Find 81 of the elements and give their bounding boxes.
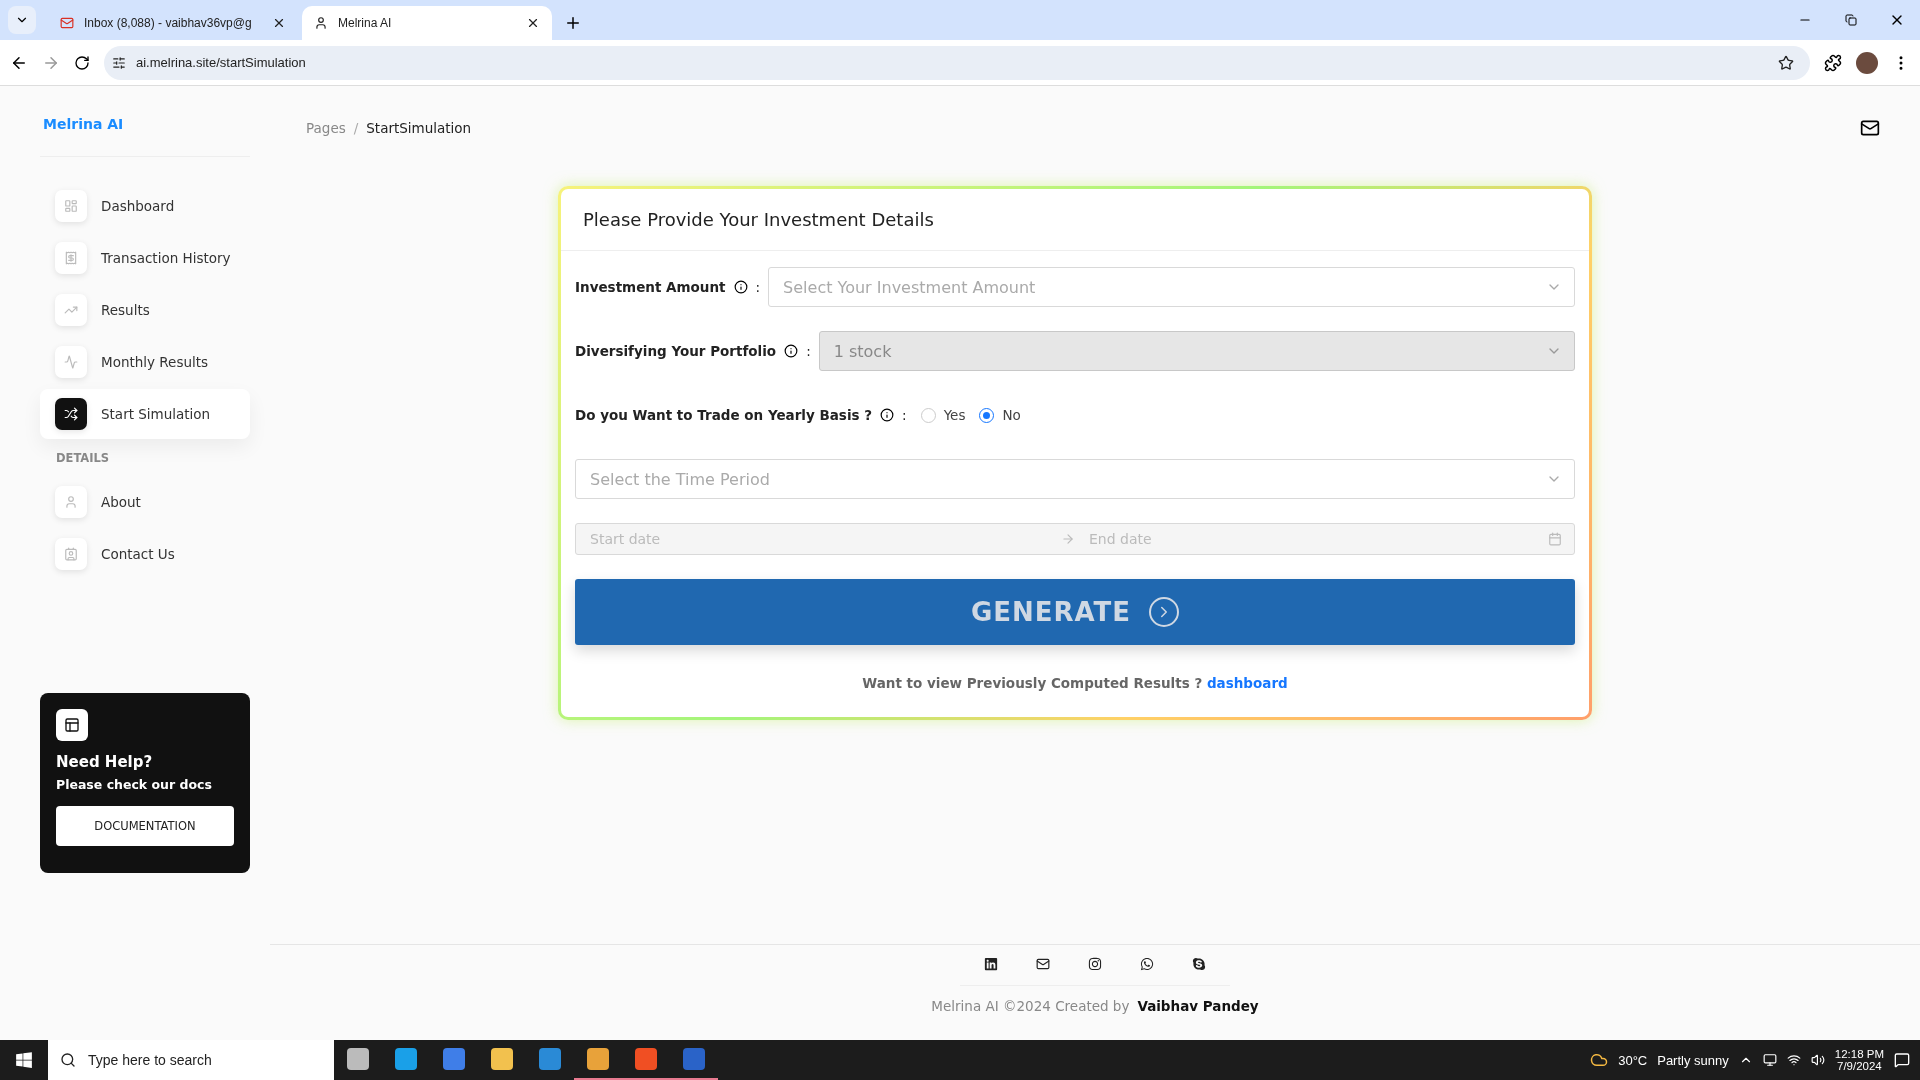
search-icon bbox=[60, 1052, 76, 1068]
weather-text[interactable]: Partly sunny bbox=[1657, 1052, 1729, 1068]
sidebar-item[interactable]: About bbox=[40, 477, 250, 527]
clock-time[interactable]: 12:18 PM bbox=[1834, 1048, 1884, 1060]
info-icon[interactable] bbox=[784, 344, 799, 358]
info-icon[interactable] bbox=[733, 280, 748, 294]
colon: : bbox=[806, 343, 811, 359]
address-bar[interactable]: ai.melrina.site/startSimulation bbox=[104, 45, 1810, 80]
select-field[interactable]: Select Your Investment Amount bbox=[768, 267, 1575, 307]
close-icon[interactable] bbox=[526, 16, 540, 30]
generate-button[interactable]: GENERATE bbox=[575, 579, 1575, 645]
calendar-icon bbox=[1548, 532, 1562, 546]
restore-icon bbox=[1845, 14, 1857, 26]
sidebar-item[interactable]: Transaction History bbox=[40, 233, 250, 283]
mail-icon[interactable] bbox=[1860, 118, 1880, 138]
layout-icon bbox=[64, 717, 80, 733]
select-input[interactable]: Select the Time Period bbox=[588, 468, 1546, 490]
copyright-text: Melrina AI ©2024 Created by bbox=[931, 998, 1130, 1014]
radio-option[interactable]: No bbox=[979, 407, 1021, 423]
results-note: Want to view Previously Computed Results ? dashboard bbox=[861, 675, 1289, 691]
author-name: Vaibhav Pandey bbox=[1137, 998, 1259, 1014]
profile-avatar[interactable] bbox=[1856, 51, 1878, 74]
colon: : bbox=[755, 279, 761, 295]
circled-chevron-icon bbox=[1149, 597, 1180, 627]
radio-option[interactable]: Yes bbox=[920, 407, 966, 423]
clock-date[interactable]: 7/9/2024 bbox=[1837, 1060, 1882, 1072]
sidebar-item[interactable]: Contact Us bbox=[40, 529, 250, 579]
date-range-field[interactable]: Start date End date bbox=[575, 523, 1575, 555]
browser-tab[interactable]: Inbox (8,088) - vaibhav36vp@g bbox=[48, 6, 298, 40]
tab-title: Melrina AI bbox=[338, 16, 393, 30]
extensions-icon[interactable] bbox=[1824, 53, 1842, 72]
instagram-icon[interactable] bbox=[1088, 957, 1102, 971]
sidebar-item[interactable]: Start Simulation bbox=[40, 389, 250, 439]
tab-title: Inbox (8,088) - vaibhav36vp@g bbox=[84, 16, 253, 30]
field-label: Diversifying Your Portfolio bbox=[575, 343, 777, 359]
activity-icon bbox=[64, 355, 78, 369]
windows-start-icon[interactable] bbox=[15, 1051, 33, 1069]
display-icon[interactable] bbox=[1762, 1053, 1777, 1067]
help-subtitle: Please check our docs bbox=[56, 777, 213, 792]
weather-icon[interactable] bbox=[1590, 1051, 1609, 1069]
breadcrumb-item: StartSimulation bbox=[366, 120, 472, 136]
section-heading: DETAILS bbox=[55, 450, 111, 467]
documentation-button[interactable]: DOCUMENTATION bbox=[56, 806, 234, 846]
sidebar-item[interactable]: Dashboard bbox=[40, 181, 250, 231]
field-label: Investment Amount bbox=[575, 279, 726, 295]
taskbar-search-field[interactable]: Type here to search bbox=[48, 1040, 334, 1080]
network-icon[interactable] bbox=[1786, 1053, 1801, 1067]
notification-icon[interactable] bbox=[1894, 1052, 1910, 1068]
help-title: Need Help? bbox=[56, 753, 154, 771]
colon: : bbox=[902, 407, 907, 423]
breadcrumb-item[interactable]: Pages bbox=[306, 120, 346, 136]
field-label: Do you Want to Trade on Yearly Basis ? bbox=[575, 407, 873, 423]
card-title: Please Provide Your Investment Details bbox=[583, 209, 934, 230]
reload-icon[interactable] bbox=[74, 54, 90, 71]
dashboard-icon bbox=[64, 199, 78, 213]
breadcrumb-separator: / bbox=[353, 120, 359, 136]
bookmark-star-icon[interactable] bbox=[1778, 54, 1794, 71]
skype-icon[interactable] bbox=[1192, 957, 1206, 971]
contact-card-icon bbox=[64, 547, 78, 561]
user-icon bbox=[64, 495, 78, 509]
site-settings-icon[interactable] bbox=[112, 55, 126, 70]
temperature[interactable]: 30°C bbox=[1618, 1052, 1648, 1068]
info-icon[interactable] bbox=[880, 408, 895, 422]
start-date-input[interactable]: Start date bbox=[588, 530, 1049, 548]
mail-icon[interactable] bbox=[1036, 957, 1050, 971]
user-icon bbox=[314, 16, 328, 30]
end-date-input[interactable]: End date bbox=[1087, 530, 1548, 548]
receipt-icon bbox=[64, 251, 78, 265]
close-icon[interactable] bbox=[272, 16, 286, 30]
new-tab-icon[interactable] bbox=[564, 14, 582, 32]
browser-tab[interactable]: Melrina AI bbox=[302, 6, 552, 40]
select-input[interactable]: Select Your Investment Amount bbox=[781, 276, 1546, 298]
select-field[interactable]: Select the Time Period bbox=[575, 459, 1575, 499]
mail-icon bbox=[60, 16, 74, 30]
whatsapp-icon[interactable] bbox=[1140, 957, 1154, 971]
sidebar-item[interactable]: Results bbox=[40, 285, 250, 335]
dashboard-link[interactable]: dashboard bbox=[1206, 675, 1288, 691]
shuffle-icon bbox=[64, 407, 78, 421]
volume-icon[interactable] bbox=[1810, 1053, 1825, 1067]
linkedin-icon[interactable] bbox=[984, 957, 998, 971]
sidebar-item[interactable]: Monthly Results bbox=[40, 337, 250, 387]
